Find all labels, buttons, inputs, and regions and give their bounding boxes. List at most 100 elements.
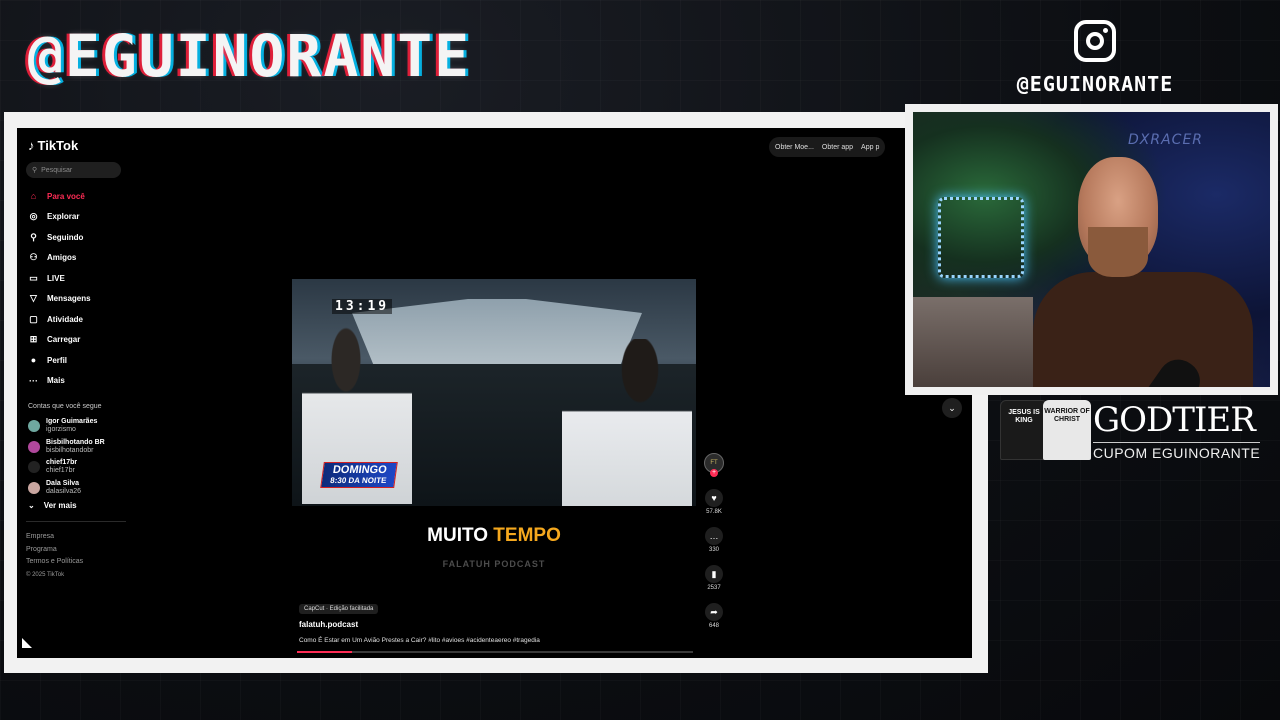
- channel-title: @EGUINORANTE: [28, 22, 472, 90]
- sidebar-item-explorar[interactable]: ◎ Explorar: [28, 207, 91, 228]
- sponsor-banner: JESUS IS KING WARRIOR OF CHRIST GODTIER …: [995, 398, 1270, 468]
- tiktok-note-icon: ♪: [28, 138, 35, 153]
- sidebar-item-atividade[interactable]: ▢ Atividade: [28, 309, 91, 330]
- bookmark-icon[interactable]: ▮: [705, 565, 723, 583]
- sidebar-item-label: Amigos: [47, 253, 77, 263]
- search-placeholder: Pesquisar: [41, 166, 73, 174]
- sidebar-item-label: Para você: [47, 191, 85, 201]
- instagram-handle: @EGUINORANTE: [1016, 72, 1174, 96]
- tiktok-logo[interactable]: ♪ TikTok: [28, 138, 78, 153]
- video-progress-fill: [297, 651, 353, 653]
- instagram-icon: [1074, 20, 1116, 62]
- footer-link-programa[interactable]: Programa: [26, 544, 83, 557]
- save-count: 2537: [707, 585, 721, 591]
- video-progress-bar[interactable]: [297, 651, 693, 653]
- sidebar-item-label: Explorar: [47, 212, 80, 222]
- profile-icon: ●: [30, 355, 37, 366]
- video-timer: 13:19: [332, 299, 393, 314]
- following-user: dalasilva26: [46, 487, 82, 495]
- footer-link-termos[interactable]: Termos e Políticas: [26, 556, 83, 569]
- video-schedule-badge: DOMINGO 8:30 DA NOITE: [320, 462, 398, 488]
- avatar: [28, 420, 40, 433]
- see-more-button[interactable]: ⌄ Ver mais: [28, 501, 77, 510]
- share-count: 648: [708, 623, 719, 629]
- following-name: Bisbilhotando BR: [46, 438, 105, 446]
- webcam-body: [1033, 272, 1253, 387]
- see-more-label: Ver mais: [43, 501, 77, 510]
- tiktok-brand: TikTok: [37, 138, 79, 153]
- pc-app-button[interactable]: App p: [861, 144, 879, 151]
- footer-link-empresa[interactable]: Empresa: [26, 531, 83, 544]
- instagram-block: @EGUINORANTE: [1000, 20, 1190, 96]
- sidebar-item-carregar[interactable]: ⊞ Carregar: [28, 330, 91, 351]
- sidebar-item-mais[interactable]: ··· Mais: [28, 371, 91, 392]
- following-list: Igor Guimarães igorzismo Bisbilhotando BR…: [28, 416, 105, 498]
- video-description: Como É Estar em Um Avião Prestes a Cair?…: [299, 637, 540, 644]
- sidebar-footer: Empresa Programa Termos e Políticas © 20…: [26, 531, 83, 581]
- capcut-tag[interactable]: CapCut · Edição facilitada: [299, 604, 379, 614]
- sidebar-item-live[interactable]: ▭ LIVE: [28, 268, 91, 289]
- following-name: Igor Guimarães: [46, 418, 98, 426]
- share-icon[interactable]: ➦: [705, 603, 723, 621]
- sidebar-item-para-voce[interactable]: ⌂ Para você: [28, 186, 91, 207]
- avatar: [28, 481, 40, 494]
- sidebar-nav: ⌂ Para você ◎ Explorar ⚲ Seguindo ⚇ Amigos ▭…: [28, 186, 91, 391]
- live-icon: ▭: [29, 272, 38, 283]
- search-input[interactable]: ⚲ Pesquisar: [26, 162, 121, 178]
- comment-icon[interactable]: …: [705, 527, 723, 545]
- webcam-beard: [1088, 227, 1148, 277]
- sidebar-item-label: Mensagens: [47, 294, 91, 304]
- following-item[interactable]: Dala Silva dalasilva26: [28, 478, 105, 499]
- messages-icon: ▽: [30, 293, 37, 304]
- following-icon: ⚲: [30, 231, 37, 242]
- following-item[interactable]: chief17br chief17br: [28, 457, 105, 478]
- webcam-streamer: [1033, 157, 1253, 387]
- copyright: © 2025 TikTok: [26, 571, 65, 578]
- following-heading: Contas que você segue: [28, 403, 102, 410]
- like-count: 57.8K: [706, 509, 722, 515]
- following-name: Dala Silva: [46, 479, 80, 487]
- compass-icon: ◎: [29, 211, 38, 222]
- avatar: [28, 440, 40, 453]
- top-actions-bar: Obter Moe... Obter app App p: [769, 137, 886, 157]
- following-item[interactable]: Igor Guimarães igorzismo: [28, 416, 105, 437]
- sidebar-item-label: LIVE: [47, 273, 65, 283]
- search-icon: ⚲: [32, 167, 38, 174]
- sidebar-item-label: Perfil: [47, 355, 68, 365]
- sponsor-brand: GODTIER: [1093, 400, 1256, 440]
- chevron-down-icon: ⌄: [28, 501, 35, 510]
- sponsor-coupon: CUPOM EGUINORANTE: [1093, 442, 1261, 461]
- divider: [26, 521, 126, 522]
- video-caption-sub: FALATUH PODCAST: [442, 559, 546, 569]
- follow-plus-icon[interactable]: +: [710, 469, 718, 477]
- following-item[interactable]: Bisbilhotando BR bisbilhotandobr: [28, 437, 105, 458]
- get-app-button[interactable]: Obter app: [822, 144, 853, 151]
- comment-count: 330: [708, 547, 719, 553]
- video-pilot-right: [562, 339, 692, 506]
- badge-time: 8:30 DA NOITE: [329, 476, 388, 485]
- tiktok-window: ♪ TikTok ⚲ Pesquisar ⌂ Para você ◎ Explora…: [17, 128, 972, 658]
- sidebar-item-seguindo[interactable]: ⚲ Seguindo: [28, 227, 91, 248]
- webcam-led-decor: [938, 197, 1024, 278]
- activity-icon: ▢: [29, 313, 38, 324]
- video-author[interactable]: falatuh.podcast: [299, 620, 358, 629]
- next-video-chevron-icon[interactable]: ⌄: [942, 398, 962, 418]
- upload-icon: ⊞: [29, 334, 38, 345]
- home-icon: ⌂: [30, 191, 37, 202]
- video-player[interactable]: 13:19 DOMINGO 8:30 DA NOITE: [292, 279, 696, 506]
- following-user: chief17br: [46, 467, 75, 475]
- sidebar-item-label: Carregar: [47, 335, 81, 345]
- webcam-feed: DXRACER: [913, 112, 1270, 387]
- video-actions: FT + ♥ 57.8K … 330 ▮ 2537 ➦ 648: [703, 453, 725, 629]
- following-name: chief17br: [46, 459, 78, 467]
- webcam-bed: [913, 297, 1033, 387]
- heart-icon[interactable]: ♥: [705, 489, 723, 507]
- sidebar-item-label: Seguindo: [47, 232, 84, 242]
- sidebar-item-mensagens[interactable]: ▽ Mensagens: [28, 289, 91, 310]
- more-icon: ···: [29, 375, 38, 386]
- caption-word-1: MUITO: [427, 525, 489, 546]
- sidebar-item-perfil[interactable]: ● Perfil: [28, 350, 91, 371]
- sidebar-item-label: Mais: [47, 376, 65, 386]
- get-coins-button[interactable]: Obter Moe...: [775, 144, 814, 151]
- sidebar-item-amigos[interactable]: ⚇ Amigos: [28, 248, 91, 269]
